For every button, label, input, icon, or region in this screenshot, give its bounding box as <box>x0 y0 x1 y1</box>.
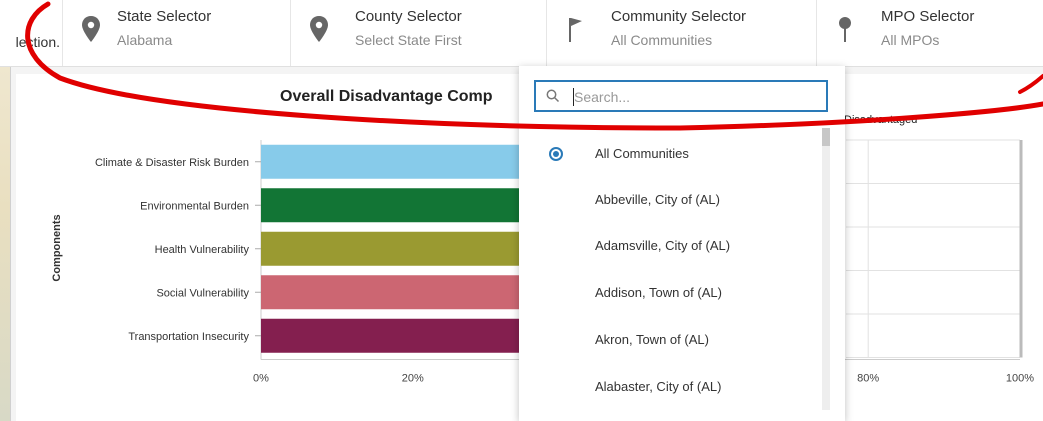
mpo-selector[interactable]: MPO Selector All MPOs <box>816 0 1043 66</box>
option-abbeville[interactable]: Abbeville, City of (AL) <box>519 178 819 224</box>
pin-icon <box>839 17 851 42</box>
option-akron[interactable]: Akron, Town of (AL) <box>519 318 819 364</box>
option-all-communities[interactable]: All Communities <box>519 132 819 178</box>
mpo-selector-value: All MPOs <box>881 32 940 48</box>
bar-3 <box>261 275 531 310</box>
category-label: Social Vulnerability <box>156 287 249 299</box>
option-label: Akron, Town of (AL) <box>595 332 709 347</box>
county-selector-value: Select State First <box>355 32 462 48</box>
selector-bar: lection. State Selector Alabama County S… <box>0 0 1043 67</box>
category-label: Climate & Disaster Risk Burden <box>95 157 249 169</box>
scrollbar-thumb[interactable] <box>822 128 830 146</box>
search-box[interactable] <box>534 80 828 112</box>
bar-1 <box>261 188 531 223</box>
option-adamsville[interactable]: Adamsville, City of (AL) <box>519 224 819 270</box>
county-selector-title: County Selector <box>355 8 462 25</box>
bar-4 <box>261 318 531 353</box>
option-label: All Communities <box>595 146 689 161</box>
option-label: Adamsville, City of (AL) <box>595 238 731 253</box>
bar-2 <box>261 231 531 266</box>
mpo-selector-title: MPO Selector <box>881 8 975 25</box>
category-label: Health Vulnerability <box>155 244 250 256</box>
option-label: Abbeville, City of (AL) <box>595 192 720 207</box>
bar-0 <box>261 144 531 179</box>
category-label: Environmental Burden <box>140 200 249 212</box>
radio-selected-icon <box>549 147 563 161</box>
x-tick-label: 100% <box>1006 373 1034 385</box>
map-edge <box>0 66 11 421</box>
state-selector-title: State Selector <box>117 8 212 25</box>
flag-icon <box>569 18 582 42</box>
option-label: Alabaster, City of (AL) <box>595 379 722 394</box>
community-selector-title: Community Selector <box>611 8 747 25</box>
state-selector-value: Alabama <box>117 32 173 48</box>
community-selector-value: All Communities <box>611 32 713 48</box>
community-selector[interactable]: Community Selector All Communities <box>546 0 817 66</box>
search-icon <box>546 89 560 103</box>
option-label: Addison, Town of (AL) <box>595 285 722 300</box>
category-label: Transportation Insecurity <box>128 331 249 343</box>
x-tick-label: 20% <box>402 373 424 385</box>
state-selector[interactable]: State Selector Alabama <box>62 0 291 66</box>
dropdown-scrollbar[interactable] <box>822 128 830 410</box>
x-tick-label: 80% <box>857 373 879 385</box>
map-pin-icon <box>310 16 328 42</box>
text-cursor <box>573 88 574 106</box>
community-dropdown: All Communities Abbeville, City of (AL) … <box>519 66 845 421</box>
truncated-instruction-text: lection. <box>15 34 60 50</box>
option-addison[interactable]: Addison, Town of (AL) <box>519 271 819 317</box>
map-pin-icon <box>82 16 100 42</box>
y-axis-label: Components <box>51 214 63 281</box>
option-alabaster[interactable]: Alabaster, City of (AL) <box>519 365 819 411</box>
search-input[interactable] <box>572 86 816 108</box>
county-selector[interactable]: County Selector Select State First <box>290 0 547 66</box>
x-tick-label: 0% <box>253 373 269 385</box>
